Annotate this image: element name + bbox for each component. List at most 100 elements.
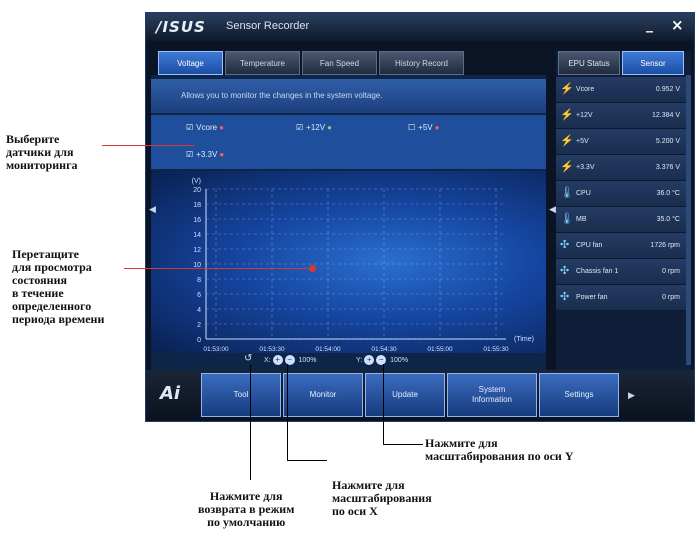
y-tick-label: 2 xyxy=(197,322,201,329)
tab-fan-speed[interactable]: Fan Speed xyxy=(302,51,377,75)
thermometer-icon: 🌡 xyxy=(560,187,574,199)
tab-epu-status[interactable]: EPU Status xyxy=(558,51,620,75)
sensor-value: 0 rpm xyxy=(662,268,680,275)
annotation-pointer-line xyxy=(102,145,194,146)
x-tick-label: 01:53:30 xyxy=(259,346,285,353)
checkbox-checked-icon: ☑ xyxy=(186,123,194,132)
reset-default-icon[interactable]: ↺ xyxy=(244,353,252,364)
checkbox-checked-icon: ☑ xyxy=(296,123,304,132)
thermometer-icon: 🌡 xyxy=(560,213,574,225)
series-color-dot: ● xyxy=(327,123,332,132)
sensor-reading-row: ✣ Power fan 0 rpm xyxy=(556,285,686,311)
annotation-drag-view: Перетащите для просмотра состояния в теч… xyxy=(12,247,105,326)
fan-icon: ✣ xyxy=(560,239,570,251)
info-text: Allows you to monitor the changes in the… xyxy=(151,79,546,113)
sensor-reading-row: ⚡ Vcore 0.952 V xyxy=(556,77,686,103)
y-tick-label: 20 xyxy=(193,187,201,194)
annotation-pointer-line xyxy=(383,444,423,445)
sensor-name: Chassis fan 1 xyxy=(576,268,619,275)
annotation-pointer-line xyxy=(383,364,384,444)
sensor-checkbox-vcore[interactable]: ☑ Vcore ● xyxy=(186,123,224,132)
x-zoom-value: 100% xyxy=(298,357,317,364)
checkbox-unchecked-icon: ☐ xyxy=(408,123,416,132)
sensor-name: Vcore xyxy=(576,86,595,93)
sensor-name: +5V xyxy=(576,138,589,145)
y-tick-label: 8 xyxy=(197,277,201,284)
annotation-pointer-line xyxy=(287,364,288,460)
annotation-zoom-y: Нажмите для масштабирования по оси Y xyxy=(425,436,574,463)
nav-system-information[interactable]: System Information xyxy=(447,373,537,417)
bolt-icon: ⚡ xyxy=(560,135,574,147)
sensor-value: 5.200 V xyxy=(655,138,680,145)
tab-voltage[interactable]: Voltage xyxy=(158,51,223,75)
tab-history-record[interactable]: History Record xyxy=(379,51,464,75)
fan-icon: ✣ xyxy=(560,291,570,303)
nav-tool[interactable]: Tool xyxy=(201,373,281,417)
annotation-pointer-line xyxy=(124,268,312,269)
sensor-label: Vcore xyxy=(196,123,218,132)
sensor-reading-row: 🌡 MB 35.0 °C xyxy=(556,207,686,233)
sensor-value: 35.0 °C xyxy=(656,216,680,223)
sensor-name: +3.3V xyxy=(576,164,595,171)
sensor-name: MB xyxy=(576,216,587,223)
y-tick-label: 14 xyxy=(193,232,201,239)
sensor-label: +5V xyxy=(418,123,433,132)
y-zoom-value: 100% xyxy=(390,357,409,364)
sensor-panel-scrollbar[interactable] xyxy=(686,75,691,365)
sensor-reading-row: ✣ Chassis fan 1 0 rpm xyxy=(556,259,686,285)
nav-next-icon[interactable]: ▶ xyxy=(628,391,635,401)
x-tick-label: 01:54:00 xyxy=(315,346,341,353)
ai-suite-logo: Ai xyxy=(160,383,181,404)
y-axis-label: (V) xyxy=(192,178,201,185)
y-tick-label: 18 xyxy=(193,202,201,209)
sensor-value: 3.376 V xyxy=(655,164,680,171)
annotation-reset-default: Нажмите для возврата в режим по умолчани… xyxy=(198,489,295,529)
series-color-dot: ● xyxy=(219,150,225,159)
sensor-name: CPU xyxy=(576,190,591,197)
sensor-checkbox-5v[interactable]: ☐ +5V ● xyxy=(408,123,439,132)
zoom-controls-bar xyxy=(151,353,546,369)
nav-update[interactable]: Update xyxy=(365,373,445,417)
tab-sensor[interactable]: Sensor xyxy=(622,51,684,75)
sensor-checkbox-12v[interactable]: ☑ +12V ● xyxy=(296,123,332,132)
sensor-checkbox-3-3v[interactable]: ☑ +3.3V ● xyxy=(186,150,224,159)
voltage-chart[interactable]: 2018161412108642001:53:00 01:53:30 01:54:0… xyxy=(151,171,546,353)
sensor-value: 12.384 V xyxy=(651,112,680,119)
y-tick-label: 16 xyxy=(193,217,201,224)
series-color-dot: ● xyxy=(219,123,224,132)
bolt-icon: ⚡ xyxy=(560,109,574,121)
x-tick-label: 01:55:30 xyxy=(483,346,509,353)
series-color-dot: ● xyxy=(434,123,440,132)
nav-settings[interactable]: Settings xyxy=(539,373,619,417)
annotation-pointer-line xyxy=(287,460,327,461)
asus-logo: /ISUS xyxy=(156,18,206,36)
zoom-in-icon[interactable]: + xyxy=(272,355,283,365)
nav-monitor[interactable]: Monitor xyxy=(283,373,363,417)
x-axis-label: (Time) xyxy=(514,336,534,343)
annotation-pointer-dot xyxy=(309,265,316,272)
close-button[interactable]: × xyxy=(671,16,684,34)
bolt-icon: ⚡ xyxy=(560,83,574,95)
sensor-value: 0.952 V xyxy=(655,86,680,93)
bolt-icon: ⚡ xyxy=(560,161,574,173)
scroll-left-icon[interactable]: ◀ xyxy=(149,205,156,215)
sensor-reading-row: ✣ CPU fan 1726 rpm xyxy=(556,233,686,259)
x-tick-label: 01:55:00 xyxy=(427,346,453,353)
zoom-in-icon[interactable]: + xyxy=(364,355,375,365)
y-tick-label: 6 xyxy=(197,292,201,299)
y-tick-label: 0 xyxy=(197,337,201,344)
scroll-right-icon[interactable]: ◀ xyxy=(549,205,556,215)
y-tick-label: 4 xyxy=(197,307,201,314)
x-axis-prefix: X: xyxy=(264,357,271,364)
sensor-value: 36.0 °C xyxy=(656,190,680,197)
fan-icon: ✣ xyxy=(560,265,570,277)
sensor-value: 0 rpm xyxy=(662,294,680,301)
title-bar: /ISUS Sensor Recorder _ × xyxy=(146,13,694,41)
minimize-button[interactable]: _ xyxy=(646,17,653,33)
annotation-select-sensors: Выберите датчики для мониторинга xyxy=(6,132,78,172)
sensor-name: +12V xyxy=(576,112,593,119)
x-zoom-control[interactable]: X: + − 100% xyxy=(264,355,316,365)
zoom-out-icon[interactable]: − xyxy=(376,355,387,365)
annotation-pointer-line xyxy=(250,364,251,480)
tab-temperature[interactable]: Temperature xyxy=(225,51,300,75)
